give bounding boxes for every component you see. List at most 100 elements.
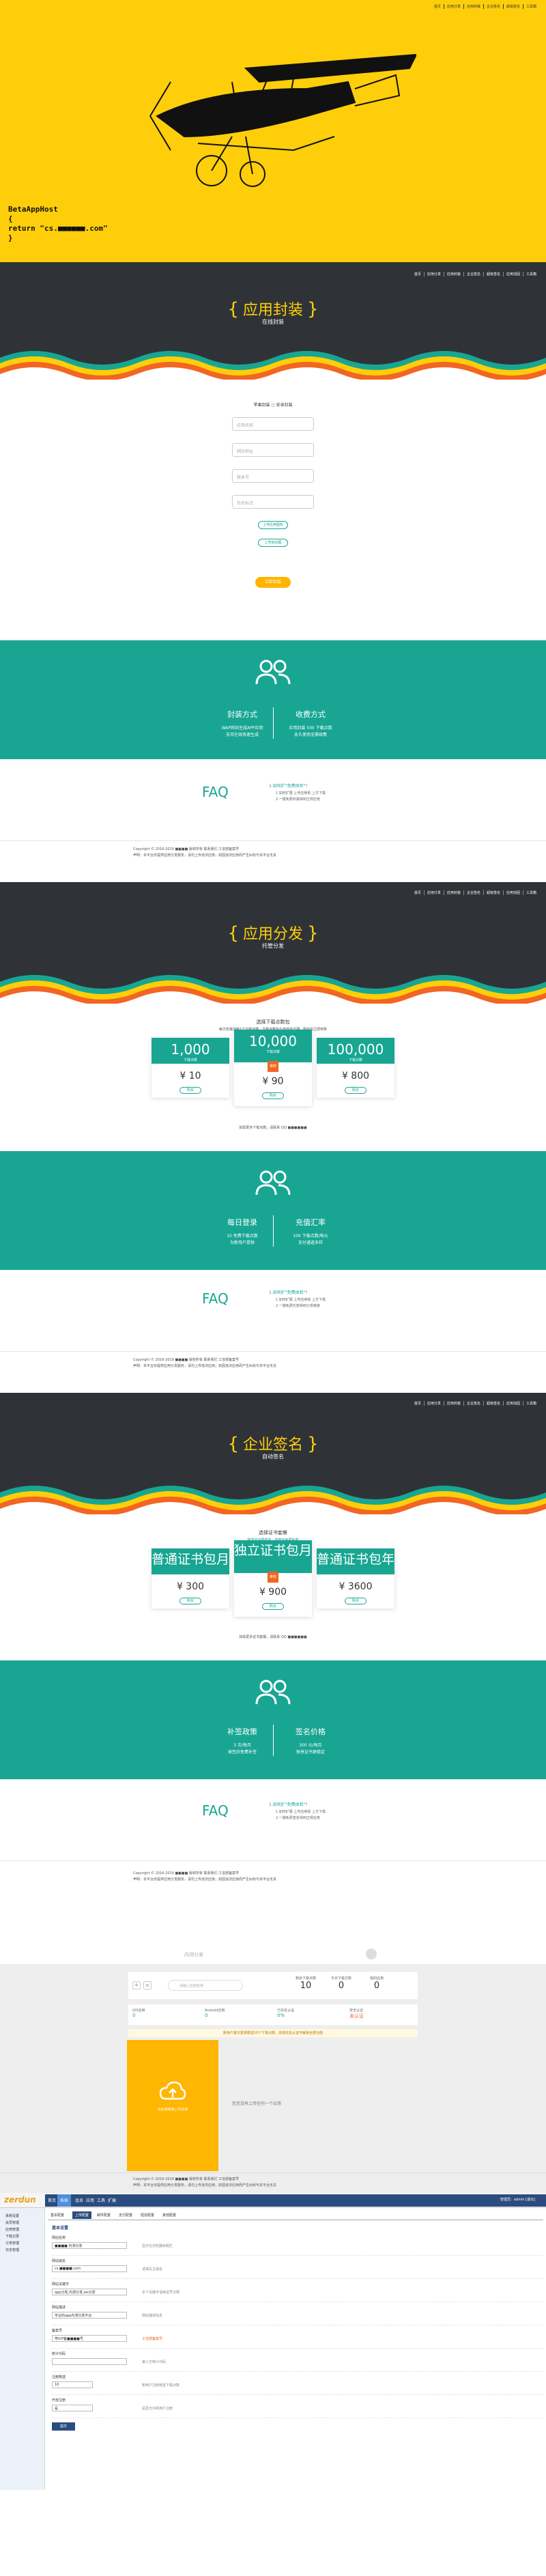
admin-sub-tab[interactable]: 邮件配置 xyxy=(97,2213,111,2218)
nav-item[interactable]: 首页 xyxy=(412,272,424,277)
admin-row-input[interactable] xyxy=(52,2358,127,2365)
summary-card[interactable]: Android应用 0 xyxy=(205,2008,225,2018)
nav-item[interactable]: 应用加固 xyxy=(502,272,523,277)
sign-faq: FAQ 1.如何扩"免费体验"? 1.如何扩展 上传应用看 上方下载 2.一键免… xyxy=(0,1779,546,1861)
feature-block: 每日登录 10 免费下载点数 为新用户提供 xyxy=(212,1217,273,1247)
feature-title: 充值汇率 xyxy=(296,1218,326,1227)
nav-item[interactable]: 应用分发 xyxy=(423,272,444,277)
summary-label: 已实名认证 xyxy=(277,2009,295,2013)
dashboard-logo[interactable]: 内测分发 xyxy=(184,1951,203,1958)
price-value: ¥ 900 xyxy=(259,1587,287,1598)
admin-row-input[interactable]: 10 xyxy=(52,2381,93,2388)
nav-item[interactable]: 工具箱 xyxy=(522,1401,539,1406)
admin-sub-tab[interactable]: 短信配置 xyxy=(141,2213,154,2218)
summary-card[interactable]: iOS应用 0 xyxy=(132,2008,145,2018)
admin-user[interactable]: 管理员：admin [退出] xyxy=(500,2197,535,2202)
nav-item[interactable]: 超级签名 xyxy=(483,1401,503,1406)
nav-item[interactable]: 首页 xyxy=(412,1401,424,1406)
bundle-field[interactable]: 包名标识 xyxy=(232,495,314,509)
nav-item[interactable]: 应用分发 xyxy=(423,890,444,895)
nav-item[interactable]: 应用分发 xyxy=(423,1401,444,1406)
version-field[interactable]: 版本号 xyxy=(232,469,314,483)
upload-launch-button[interactable]: 上传启动图 xyxy=(258,539,288,547)
sidebar-item[interactable]: 系统设置 xyxy=(5,2213,19,2218)
admin-sub-tab[interactable]: 其他配置 xyxy=(162,2213,176,2218)
sidebar-item[interactable]: 应用管理 xyxy=(5,2227,19,2232)
buy-button[interactable]: 购买 xyxy=(262,1603,284,1610)
admin-row-label: 开放注册 xyxy=(52,2398,66,2403)
search-input[interactable]: 请输入应用名称 xyxy=(168,1980,243,1991)
sidebar-item[interactable]: 会员管理 xyxy=(5,2220,19,2225)
faq-question[interactable]: 1.如何扩"免费体验"? xyxy=(269,1289,307,1295)
stat: 剩余下载点数 10 xyxy=(291,1976,321,1991)
app-name-field[interactable]: 应用名称 xyxy=(232,417,314,431)
plan-name: 独立证书包月 xyxy=(234,1543,313,1558)
url-field[interactable]: 网站地址 xyxy=(232,443,314,457)
nav-item[interactable]: 超级签名 xyxy=(483,890,503,895)
admin-sub-tab[interactable]: 基本配置 xyxy=(51,2213,64,2218)
nav-item[interactable]: 工具箱 xyxy=(522,272,539,277)
admin-top-tab[interactable]: 系统 xyxy=(57,2194,72,2207)
page-title: 应用分发 xyxy=(242,926,303,943)
buy-button[interactable]: 购买 xyxy=(179,1598,201,1604)
add-icon[interactable]: + xyxy=(132,1981,141,1990)
admin-row-input[interactable]: 粤ICP备■■■■号 xyxy=(52,2335,127,2342)
admin-top-tab[interactable]: 工具 xyxy=(97,2197,105,2203)
admin-top-tab[interactable]: 首页 xyxy=(48,2197,56,2203)
admin-save-button[interactable]: 提交 xyxy=(52,2422,75,2431)
sidebar-item[interactable]: 下载记录 xyxy=(5,2234,19,2239)
dist-pricing: 选择下载点数包 每次安装消耗1个下载点数，下载点数永久有效不过期，购买后立即到账… xyxy=(0,1004,546,1151)
submit-button[interactable]: 立即封装 xyxy=(255,577,291,588)
nav-item[interactable]: 首页 xyxy=(412,890,424,895)
sidebar-item[interactable]: 日志管理 xyxy=(5,2248,19,2252)
hero-nav-item[interactable]: 企业签名 xyxy=(483,4,503,9)
hero-nav-item[interactable]: 应用分发 xyxy=(443,4,463,9)
copyright: Copyright © 2016-2019 ■■■■ 版权所有 联系我们 工信部… xyxy=(133,847,240,851)
hero-nav-item[interactable]: 工具箱 xyxy=(522,4,539,9)
upload-dropzone[interactable]: 点击或拖拽上传应用 xyxy=(127,2040,218,2171)
sidebar-item[interactable]: 订单管理 xyxy=(5,2241,19,2246)
admin-row-input[interactable]: app分发,内测分发,ios分发 xyxy=(52,2289,127,2295)
faq-question[interactable]: 1.如何扩"免费体验"? xyxy=(269,1801,307,1807)
summary-value: 0 xyxy=(132,2013,136,2018)
stat-label: 今日下载次数 xyxy=(330,1977,351,1981)
nav-item[interactable]: 应用封装 xyxy=(443,1401,463,1406)
admin-top-tab[interactable]: 应用 xyxy=(86,2197,94,2203)
feature-title: 封装方式 xyxy=(227,710,257,719)
hero-nav-item[interactable]: 首页 xyxy=(431,4,444,9)
nav-item[interactable]: 超级签名 xyxy=(483,272,503,277)
nav-item[interactable]: 应用加固 xyxy=(502,890,523,895)
buy-button[interactable]: 购买 xyxy=(262,1092,284,1099)
summary-card[interactable]: 安全认证 未认证 xyxy=(349,2008,364,2020)
feature-text: 独享证书更稳定 xyxy=(296,1750,325,1755)
nav-item[interactable]: 应用加固 xyxy=(502,1401,523,1406)
admin-row-input[interactable]: ■■■■ 内测分发 xyxy=(52,2242,127,2249)
nav-item[interactable]: 企业签名 xyxy=(463,272,483,277)
faq-question[interactable]: 1.如何扩"免费体验"? xyxy=(269,782,307,789)
upload-icon-button[interactable]: 上传应用图标 xyxy=(258,521,288,529)
hero-nav-item[interactable]: 超级签名 xyxy=(502,4,523,9)
nav-item[interactable]: 企业签名 xyxy=(463,890,483,895)
avatar[interactable] xyxy=(366,1949,377,1959)
nav-item[interactable]: 工具箱 xyxy=(522,890,539,895)
grid-icon[interactable]: ≡ xyxy=(143,1981,152,1990)
admin-row-input[interactable]: 是 xyxy=(52,2405,93,2411)
nav-item[interactable]: 应用封装 xyxy=(443,272,463,277)
admin-row-input[interactable]: 专业的app内测分发平台 xyxy=(52,2312,127,2319)
admin-top-tab[interactable]: 会员 xyxy=(75,2197,83,2203)
users-icon xyxy=(255,1680,291,1705)
admin-sub-tab[interactable]: 支付配置 xyxy=(119,2213,132,2218)
buy-button[interactable]: 购买 xyxy=(179,1087,201,1094)
nav-item[interactable]: 企业签名 xyxy=(463,1401,483,1406)
buy-button[interactable]: 购买 xyxy=(345,1087,367,1094)
summary-card[interactable]: 已实名认证 0% xyxy=(277,2008,294,2018)
admin-row-label: 网站域名 xyxy=(52,2259,66,2263)
admin-row-input[interactable]: cs.■■■■.com xyxy=(52,2265,127,2272)
dist-faq: FAQ 1.如何扩"免费体验"? 1.如何扩展 上传应用看 上方下载 2.一键免… xyxy=(0,1270,546,1352)
admin-top-tab[interactable]: 扩展 xyxy=(108,2197,116,2203)
buy-button[interactable]: 购买 xyxy=(345,1598,367,1604)
nav-item[interactable]: 应用封装 xyxy=(443,890,463,895)
hero-nav-item[interactable]: 应用封装 xyxy=(463,4,483,9)
admin-sub-tab[interactable]: 上传配置 xyxy=(72,2211,92,2219)
platform-radio[interactable]: 苹果封装 ○ 安卓封装 xyxy=(0,401,546,408)
